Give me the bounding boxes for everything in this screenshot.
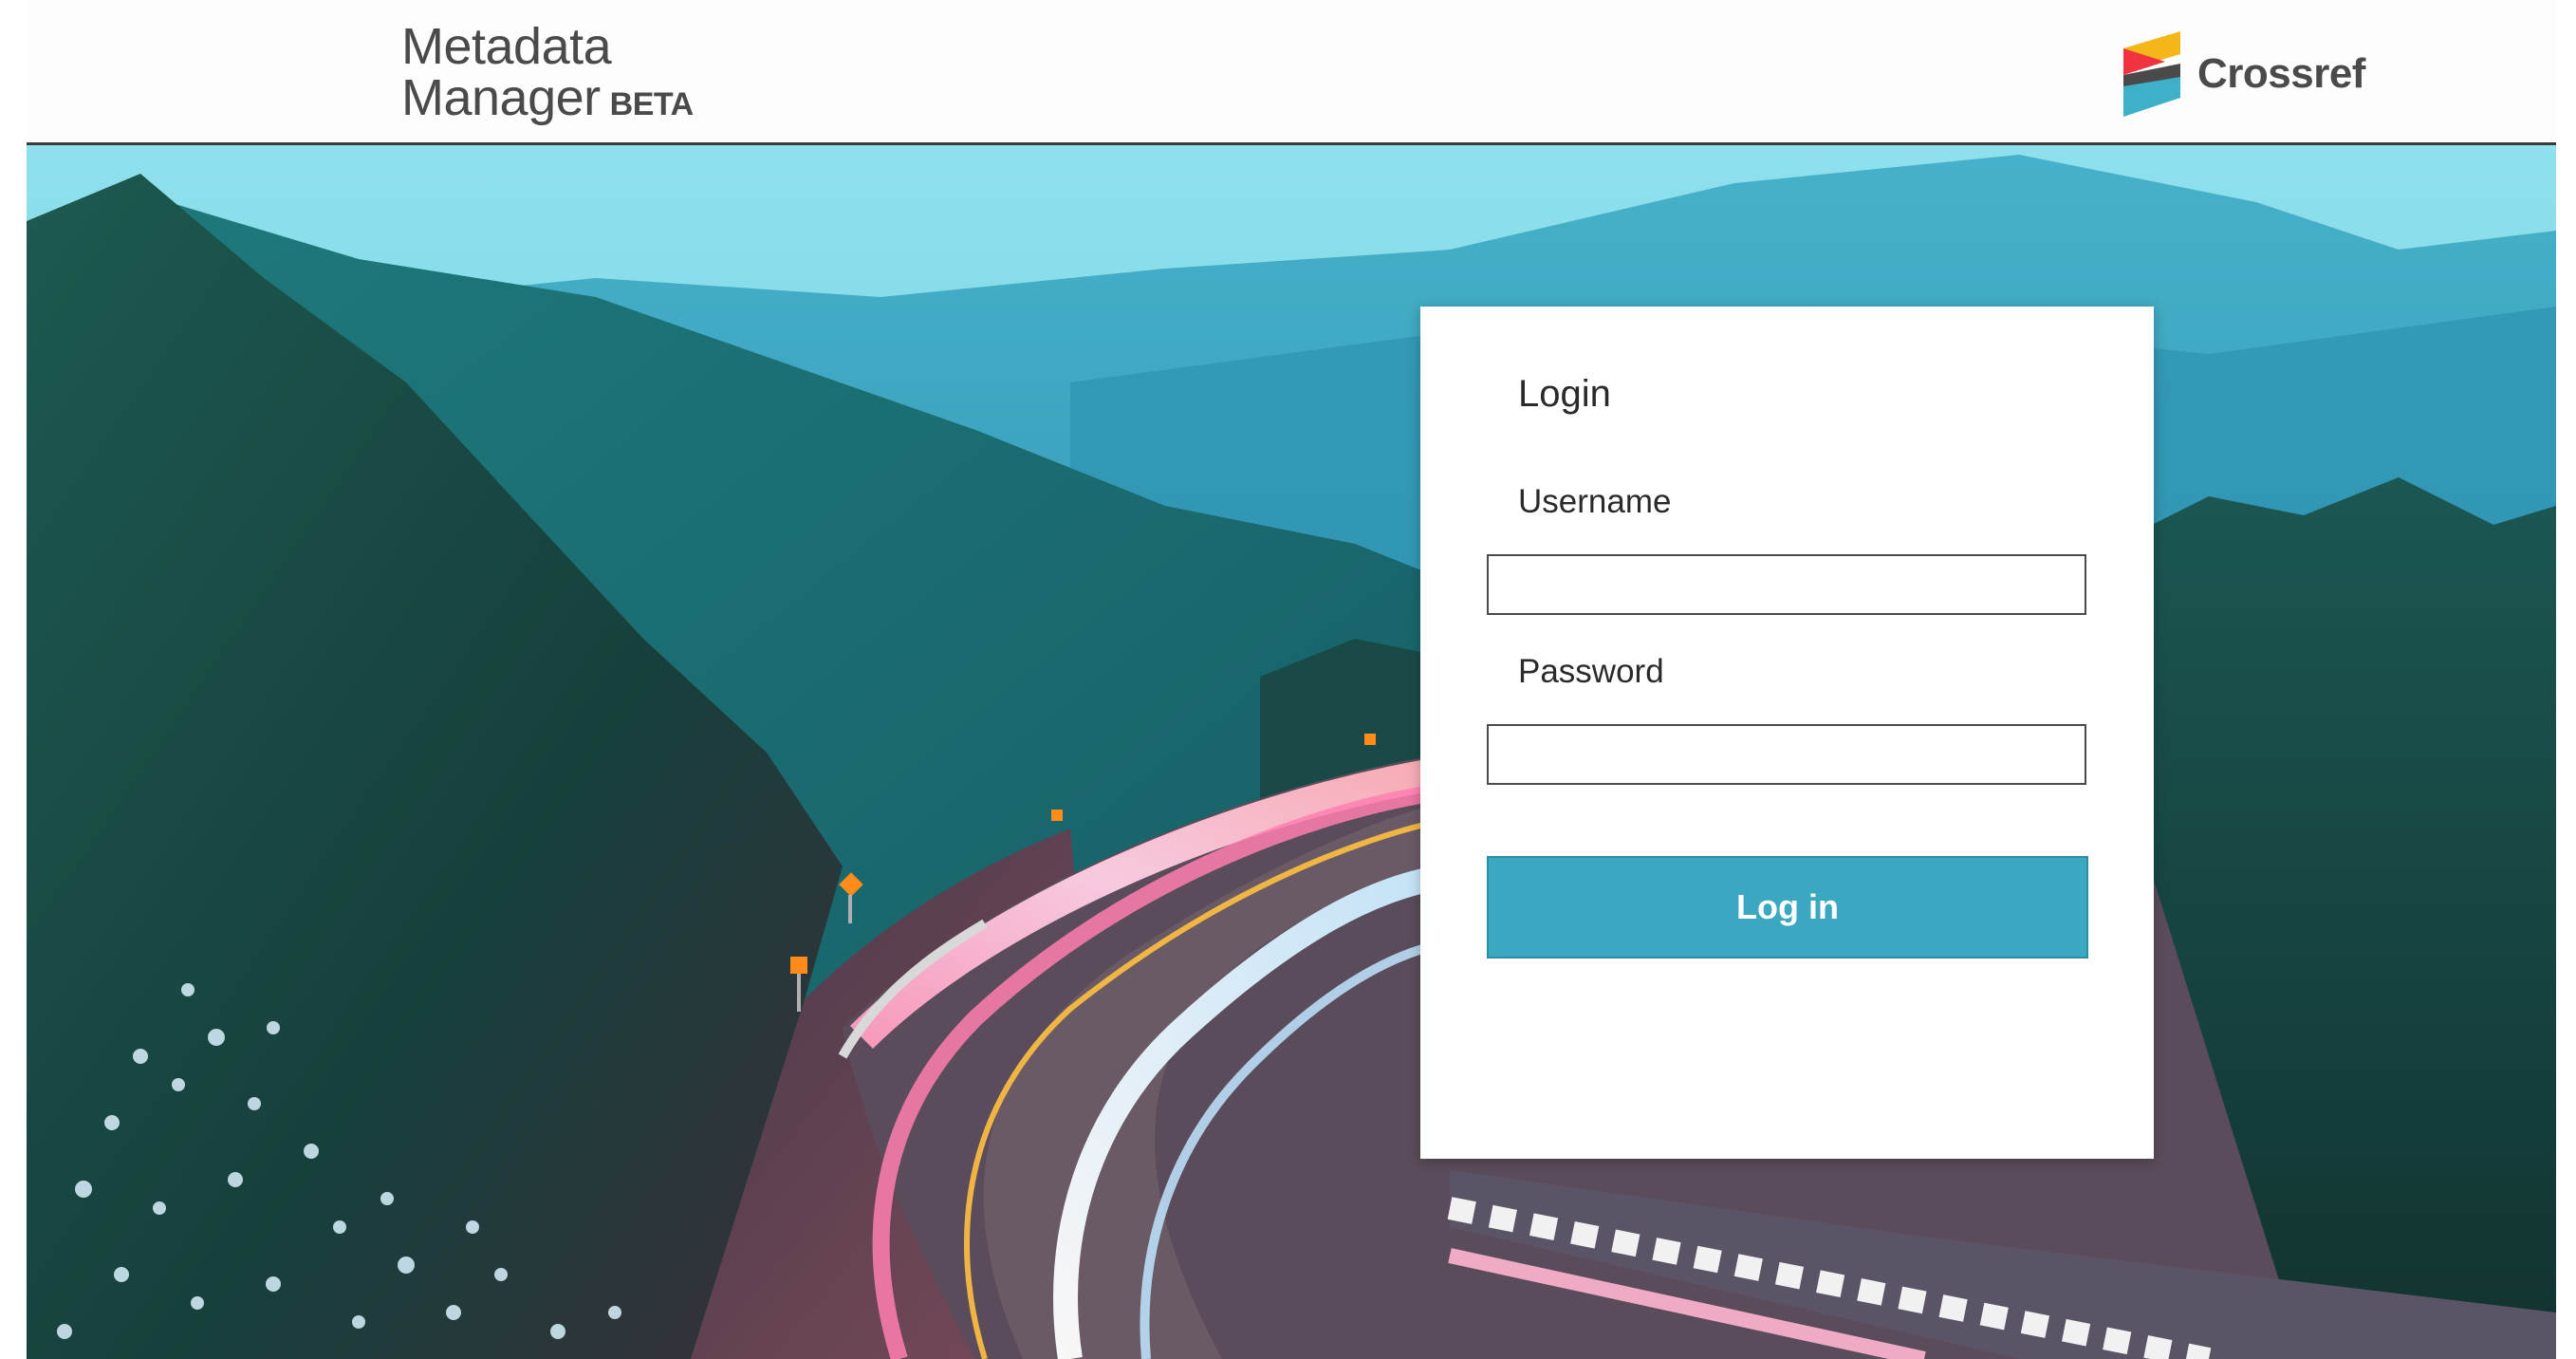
password-label: Password (1518, 653, 1664, 690)
mountain-road-image (27, 145, 2556, 1359)
brand-line-1: Metadata (401, 18, 612, 75)
username-label: Username (1518, 483, 1672, 520)
login-button[interactable]: Log in (1487, 856, 2088, 959)
app-header: Metadata Manager BETA Crossref (27, 0, 2556, 145)
username-input[interactable] (1487, 554, 2086, 615)
crossref-mark-icon (2123, 31, 2180, 117)
login-page: Metadata Manager BETA Crossref Login Use… (0, 0, 2576, 1359)
beta-badge: BETA (609, 86, 695, 122)
crossref-logo: Crossref (2123, 30, 2365, 118)
hero-background (27, 145, 2556, 1359)
crossref-logo-text: Crossref (2197, 50, 2365, 97)
brand-line-2: Manager BETA (401, 72, 694, 130)
login-card: Login Username Password Log in (1420, 307, 2154, 1159)
brand-line-2-text: Manager (401, 69, 601, 126)
password-input[interactable] (1487, 724, 2086, 785)
app-brand: Metadata Manager BETA (401, 21, 694, 130)
login-title: Login (1518, 373, 1611, 415)
